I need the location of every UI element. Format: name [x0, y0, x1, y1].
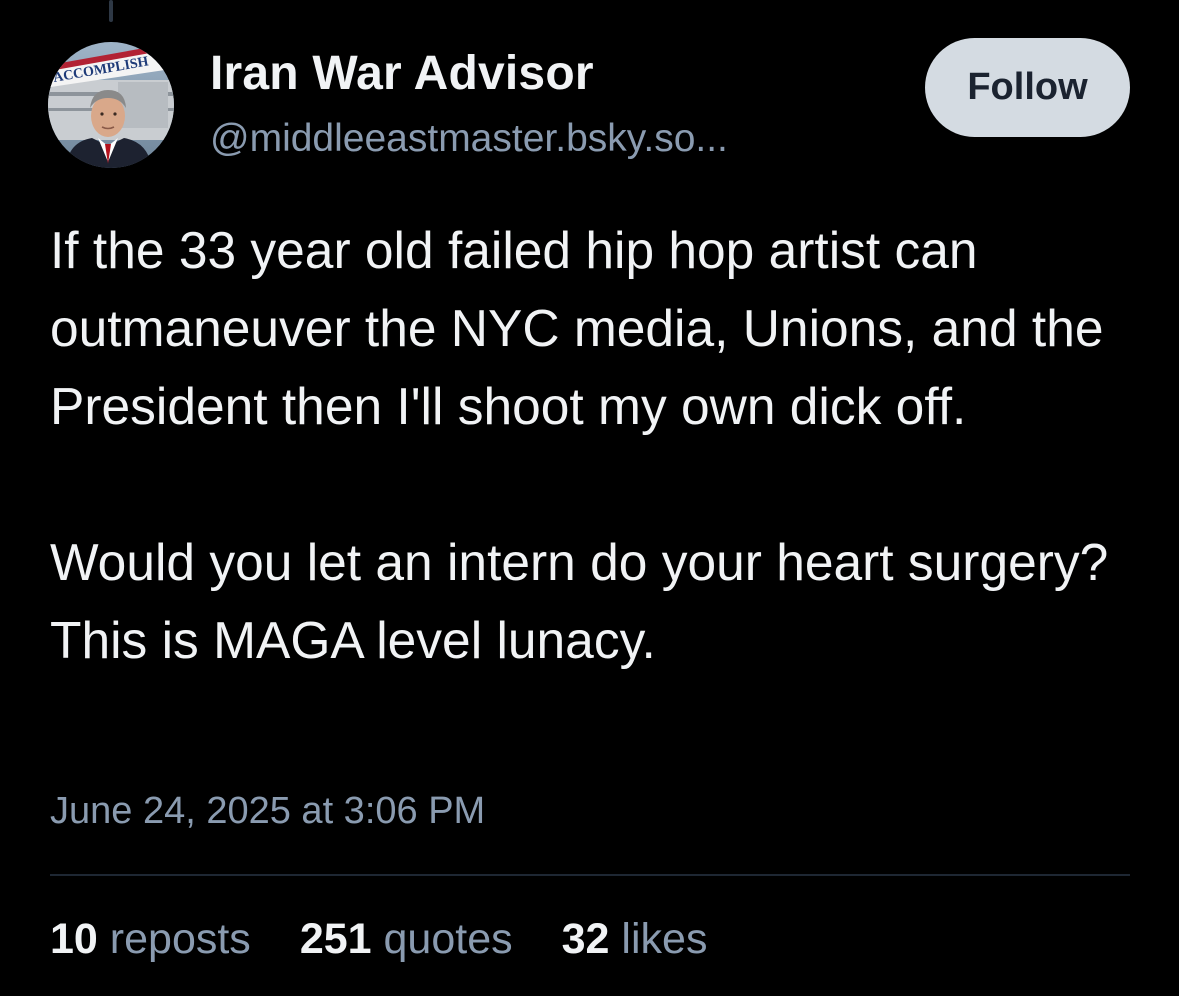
reposts-stat[interactable]: 10 reposts — [50, 915, 251, 964]
author-display-name[interactable]: Iran War Advisor — [210, 46, 594, 101]
post-paragraph: Would you let an intern do your heart su… — [50, 533, 1109, 669]
reposts-count: 10 — [50, 915, 98, 963]
divider — [50, 874, 1130, 876]
quotes-count: 251 — [299, 915, 372, 963]
engagement-stats: 10 reposts 251 quotes 32 likes — [50, 915, 756, 964]
likes-stat[interactable]: 32 likes — [562, 915, 708, 964]
reposts-label: reposts — [109, 915, 251, 963]
author-avatar[interactable]: ACCOMPLISH — [48, 42, 174, 168]
likes-label: likes — [621, 915, 708, 963]
quotes-label: quotes — [383, 915, 513, 963]
quotes-stat[interactable]: 251 quotes — [300, 915, 513, 964]
follow-button[interactable]: Follow — [925, 38, 1130, 137]
avatar-image: ACCOMPLISH — [48, 42, 174, 168]
post-paragraph: If the 33 year old failed hip hop artist… — [50, 221, 1104, 435]
thread-connector-line — [109, 0, 113, 22]
post-timestamp[interactable]: June 24, 2025 at 3:06 PM — [50, 790, 485, 833]
likes-count: 32 — [561, 915, 610, 963]
post-body: If the 33 year old failed hip hop artist… — [50, 211, 1140, 679]
author-handle[interactable]: @middleeastmaster.bsky.so... — [210, 117, 728, 161]
